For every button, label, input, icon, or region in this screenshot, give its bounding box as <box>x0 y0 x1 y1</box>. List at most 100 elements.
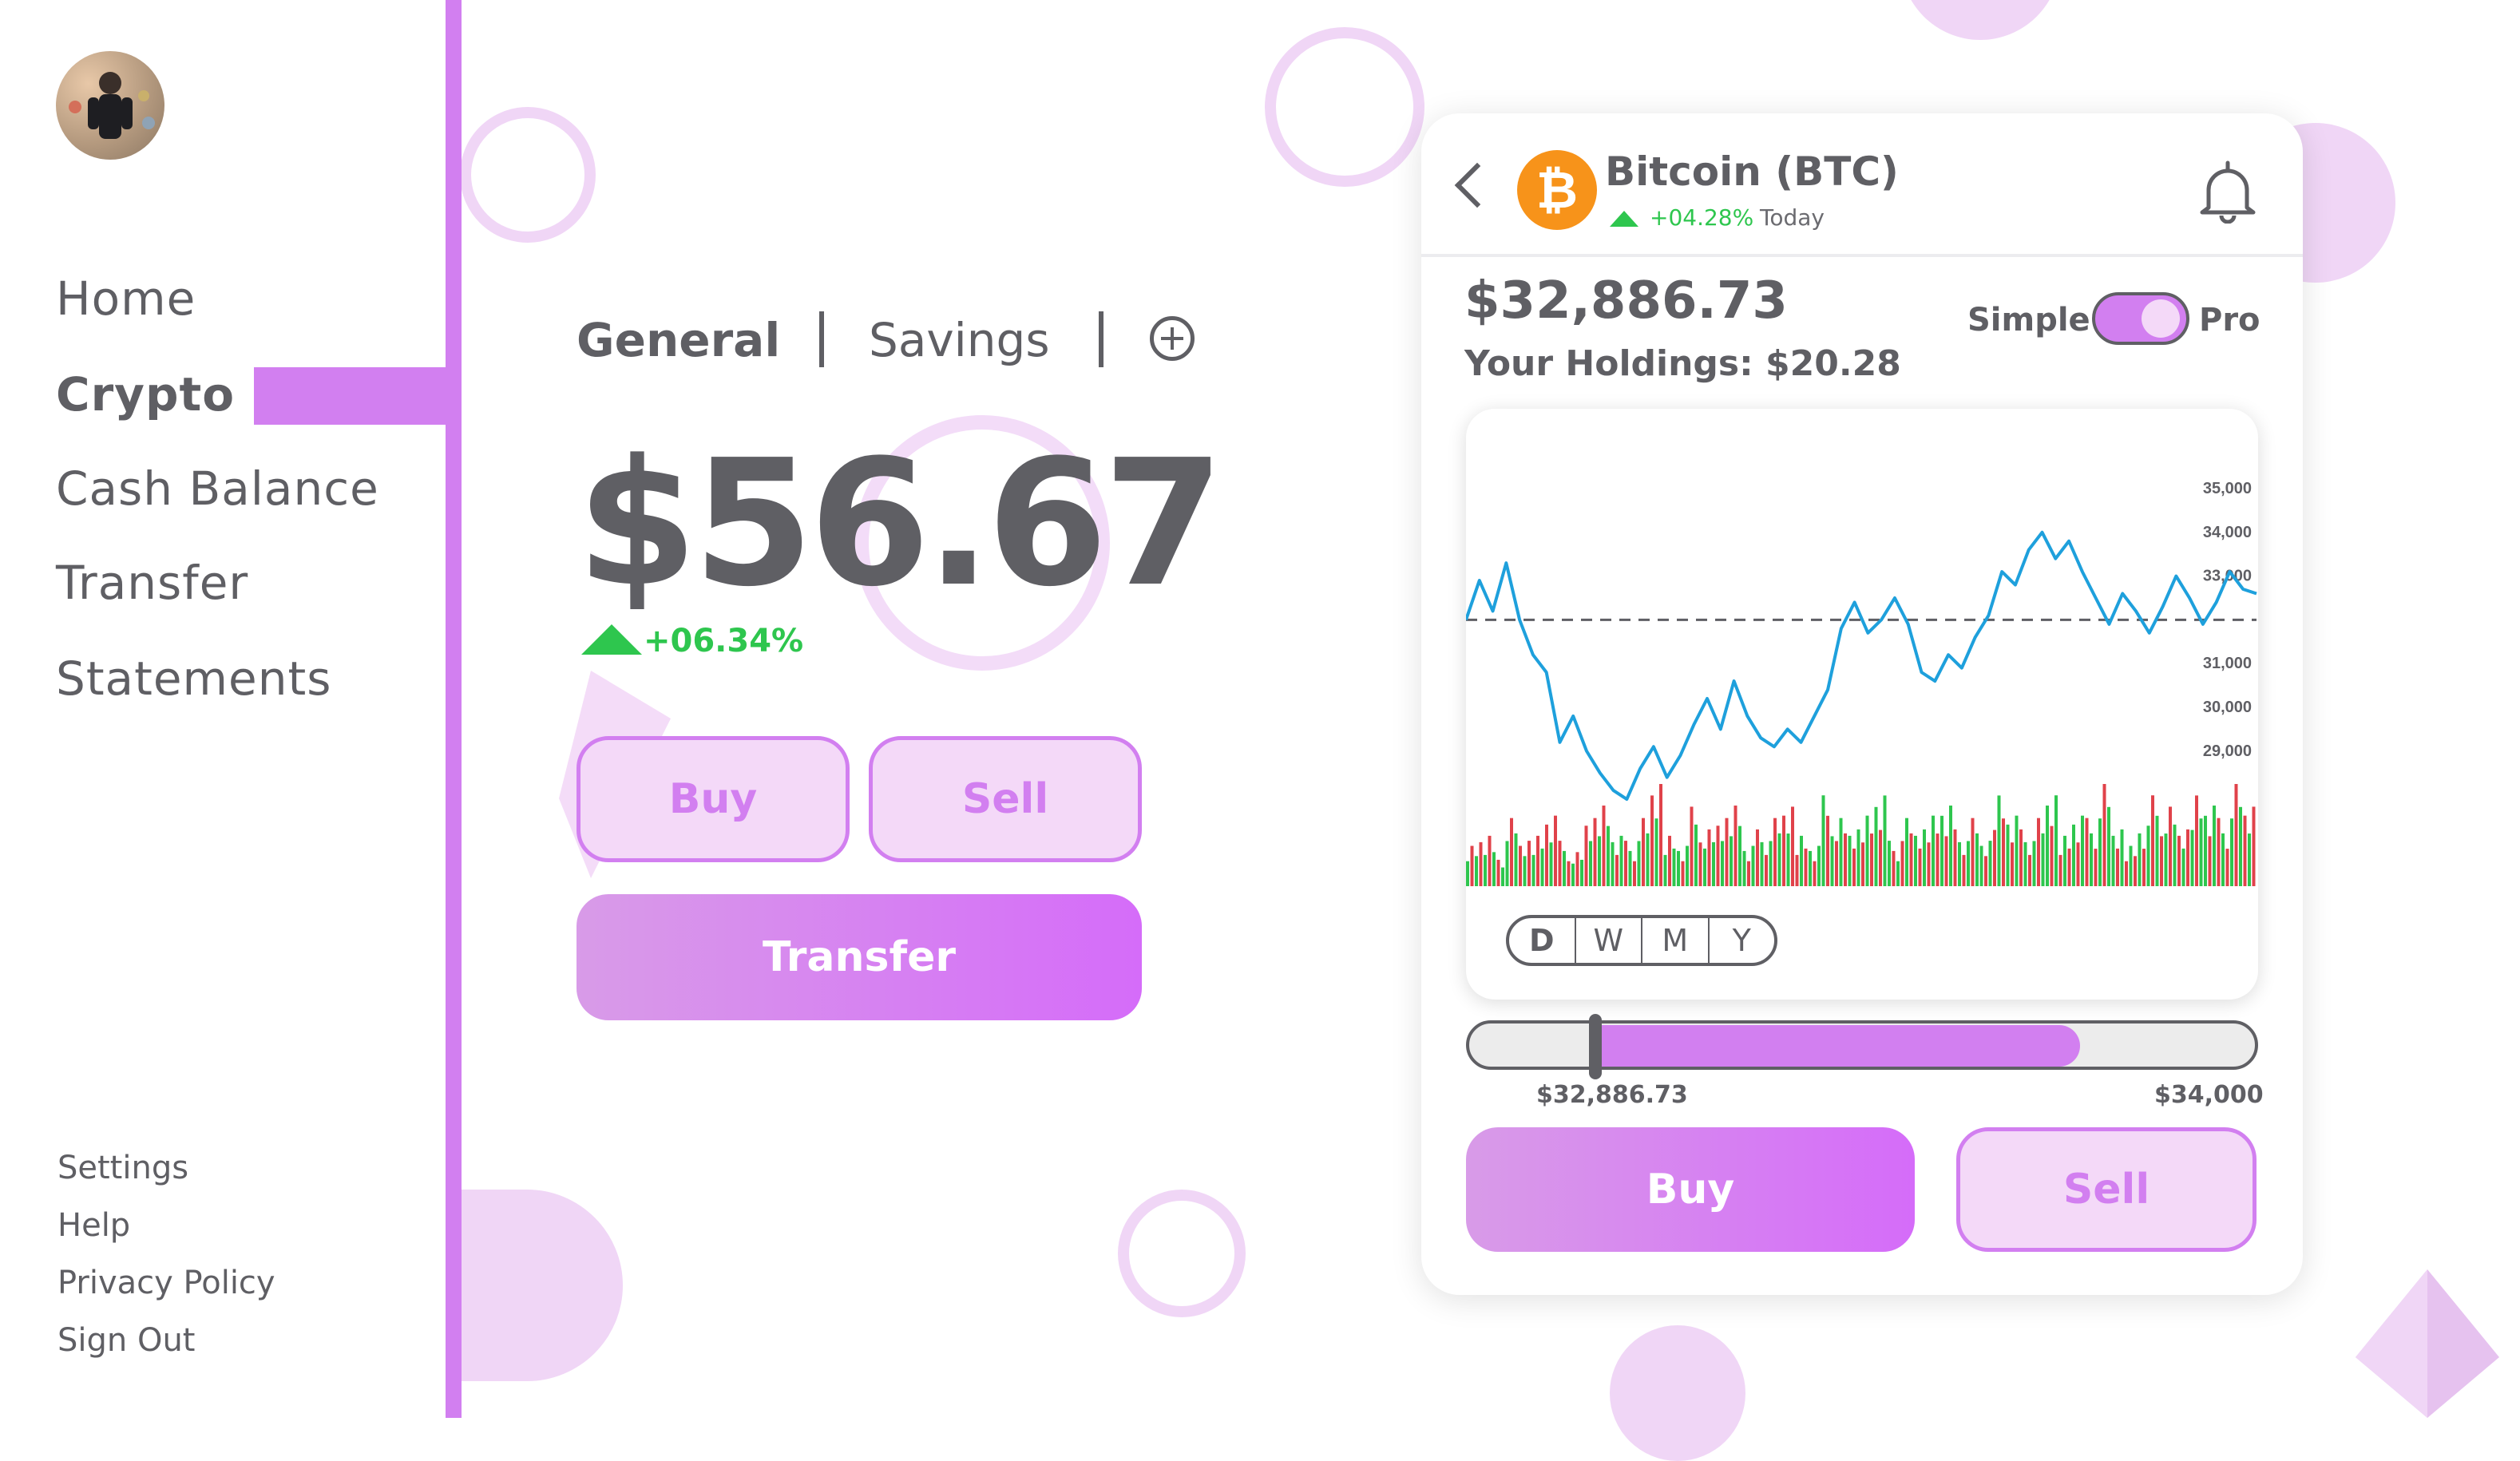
volume-bar <box>1725 818 1729 886</box>
volume-bar <box>1654 818 1658 886</box>
nav-item-transfer[interactable]: Transfer <box>56 556 248 610</box>
coin-buy-button[interactable]: Buy <box>1466 1127 1915 1252</box>
volume-bar <box>1628 850 1632 886</box>
ethereum-watermark-icon <box>2356 1269 2499 1418</box>
tab-savings[interactable]: Savings <box>869 313 1050 367</box>
volume-bar <box>1738 826 1741 886</box>
nav-active-indicator <box>254 367 447 425</box>
nav-item-statements[interactable]: Statements <box>56 651 331 706</box>
volume-bar <box>1888 841 1891 886</box>
volume-bar <box>1607 826 1610 886</box>
coin-price: $32,886.73 <box>1464 271 1788 331</box>
tab-general[interactable]: General <box>577 313 780 367</box>
volume-bar <box>2252 806 2256 886</box>
volume-bar <box>1479 841 1483 886</box>
transfer-button[interactable]: Transfer <box>577 894 1142 1020</box>
volume-bar <box>2111 835 2115 886</box>
volume-bar <box>1870 833 1873 886</box>
user-avatar-icon <box>69 72 155 139</box>
volume-bar <box>1993 829 1996 886</box>
volume-bar <box>1809 850 1812 886</box>
volume-bar <box>2208 836 2212 886</box>
volume-bar <box>1975 833 1979 886</box>
volume-bar <box>1707 829 1711 886</box>
volume-bar <box>2169 806 2172 886</box>
volume-bar <box>2098 818 2102 886</box>
range-month-button[interactable]: M <box>1641 918 1708 963</box>
notification-bell-icon[interactable] <box>2199 160 2257 224</box>
volume-bar <box>2120 829 2124 886</box>
volume-bar <box>1760 841 1764 886</box>
volume-bar <box>2037 818 2040 886</box>
coin-name: Bitcoin (BTC) <box>1605 148 1899 195</box>
volume-bar <box>1730 836 1733 886</box>
balance-change: +06.34% <box>581 623 803 659</box>
y-tick-label: 30,000 <box>2203 699 2252 716</box>
volume-bar <box>1918 848 1922 886</box>
volume-bar <box>1800 835 1803 886</box>
slider-min-label: $32,886.73 <box>1536 1081 1688 1109</box>
volume-bar <box>1536 835 1539 886</box>
volume-bar <box>2019 829 2023 886</box>
volume-bar <box>1997 795 2001 886</box>
volume-bar <box>1558 841 1562 886</box>
litecoin-watermark-icon <box>452 1190 623 1381</box>
volume-bar <box>2248 833 2251 886</box>
add-tab-button[interactable] <box>1150 316 1195 361</box>
volume-bar <box>2041 833 2045 886</box>
footer-link-sign-out[interactable]: Sign Out <box>57 1322 195 1359</box>
volume-bar <box>1909 833 1913 886</box>
volume-bar <box>2146 826 2150 886</box>
volume-bar <box>1545 824 1548 886</box>
sell-button[interactable]: Sell <box>869 736 1142 862</box>
volume-bar <box>1615 854 1619 886</box>
volume-bar <box>1944 836 1948 886</box>
volume-bar <box>1519 845 1522 886</box>
volume-bar <box>1514 833 1518 886</box>
volume-bar <box>2072 824 2075 886</box>
volume-bar <box>1698 842 1702 886</box>
range-day-button[interactable]: D <box>1509 918 1575 963</box>
volume-bar <box>2107 806 2110 886</box>
footer-link-privacy-policy[interactable]: Privacy Policy <box>57 1265 275 1301</box>
nav-item-home[interactable]: Home <box>56 271 196 326</box>
sidebar-divider <box>446 0 462 1418</box>
volume-bar <box>2221 833 2225 886</box>
footer-link-help[interactable]: Help <box>57 1207 130 1244</box>
volume-bar <box>2190 829 2194 886</box>
volume-bar <box>1598 836 1601 886</box>
volume-bar <box>1484 854 1487 886</box>
footer-link-settings[interactable]: Settings <box>57 1150 188 1186</box>
volume-bar <box>2186 829 2189 886</box>
volume-bar <box>1861 842 1864 886</box>
volume-bar <box>2081 815 2084 886</box>
avatar[interactable] <box>56 51 164 160</box>
volume-bar <box>1575 852 1579 886</box>
coin-holdings: Your Holdings: $20.28 <box>1464 343 1901 384</box>
volume-bar <box>1492 852 1496 886</box>
volume-bar <box>1967 841 1970 886</box>
nav-item-crypto[interactable]: Crypto <box>56 367 235 422</box>
coin-sell-button[interactable]: Sell <box>1956 1127 2257 1252</box>
pro-mode-toggle[interactable] <box>2092 292 2189 345</box>
mode-pro-label: Pro <box>2199 302 2260 339</box>
volume-bar <box>2015 815 2019 886</box>
volume-bar <box>1821 795 1825 886</box>
buy-button[interactable]: Buy <box>577 736 850 862</box>
volume-bar <box>1712 841 1715 886</box>
nav-item-cash-balance[interactable]: Cash Balance <box>56 461 379 516</box>
range-year-button[interactable]: Y <box>1707 918 1775 963</box>
volume-bar <box>2063 835 2066 886</box>
volume-bar <box>1642 818 1645 886</box>
volume-bar <box>2199 818 2203 886</box>
volume-bar <box>2225 849 2229 886</box>
volume-bar <box>1826 815 1829 886</box>
volume-bar <box>1470 845 1474 886</box>
card-header-divider <box>1421 254 2303 257</box>
volume-bar <box>2204 815 2207 886</box>
volume-bar <box>2234 784 2238 886</box>
volume-bar <box>2160 836 2163 886</box>
price-slider-handle[interactable] <box>1589 1014 1602 1079</box>
range-week-button[interactable]: W <box>1574 918 1642 963</box>
volume-bar <box>1716 826 1720 886</box>
